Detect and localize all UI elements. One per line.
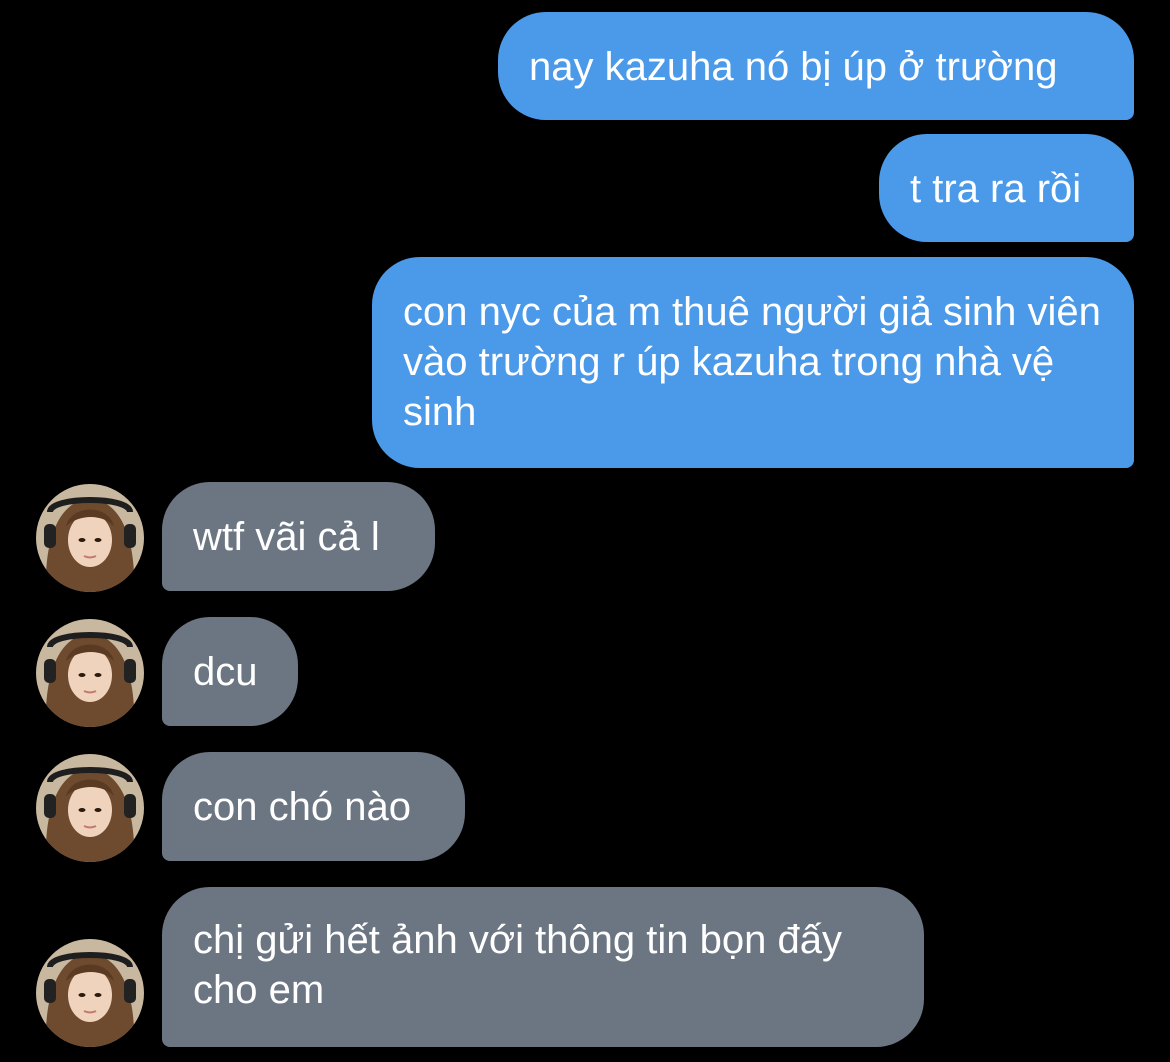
outgoing-message-bubble[interactable]: nay kazuha nó bị úp ở trường	[498, 12, 1134, 120]
contact-avatar[interactable]	[36, 939, 144, 1047]
incoming-message-bubble[interactable]: wtf vãi cả l	[162, 482, 435, 591]
avatar-image	[36, 939, 144, 1047]
outgoing-message-bubble[interactable]: con nyc của m thuê người giả sinh viên v…	[372, 257, 1134, 468]
contact-avatar[interactable]	[36, 619, 144, 727]
message-text: con chó nào	[193, 785, 411, 829]
contact-avatar[interactable]	[36, 754, 144, 862]
avatar-image	[36, 754, 144, 862]
message-text: t tra ra rồi	[910, 167, 1082, 211]
contact-avatar[interactable]	[36, 484, 144, 592]
avatar-image	[36, 484, 144, 592]
message-text: dcu	[193, 650, 258, 694]
incoming-message-bubble[interactable]: con chó nào	[162, 752, 465, 861]
message-text: con nyc của m thuê người giả sinh viên v…	[403, 290, 1101, 434]
message-text: nay kazuha nó bị úp ở trường	[529, 45, 1058, 89]
incoming-message-bubble[interactable]: dcu	[162, 617, 298, 726]
message-text: wtf vãi cả l	[193, 515, 380, 559]
message-text: chị gửi hết ảnh với thông tin bọn đấy ch…	[193, 918, 842, 1012]
incoming-message-bubble[interactable]: chị gửi hết ảnh với thông tin bọn đấy ch…	[162, 887, 924, 1047]
avatar-image	[36, 619, 144, 727]
outgoing-message-bubble[interactable]: t tra ra rồi	[879, 134, 1134, 242]
